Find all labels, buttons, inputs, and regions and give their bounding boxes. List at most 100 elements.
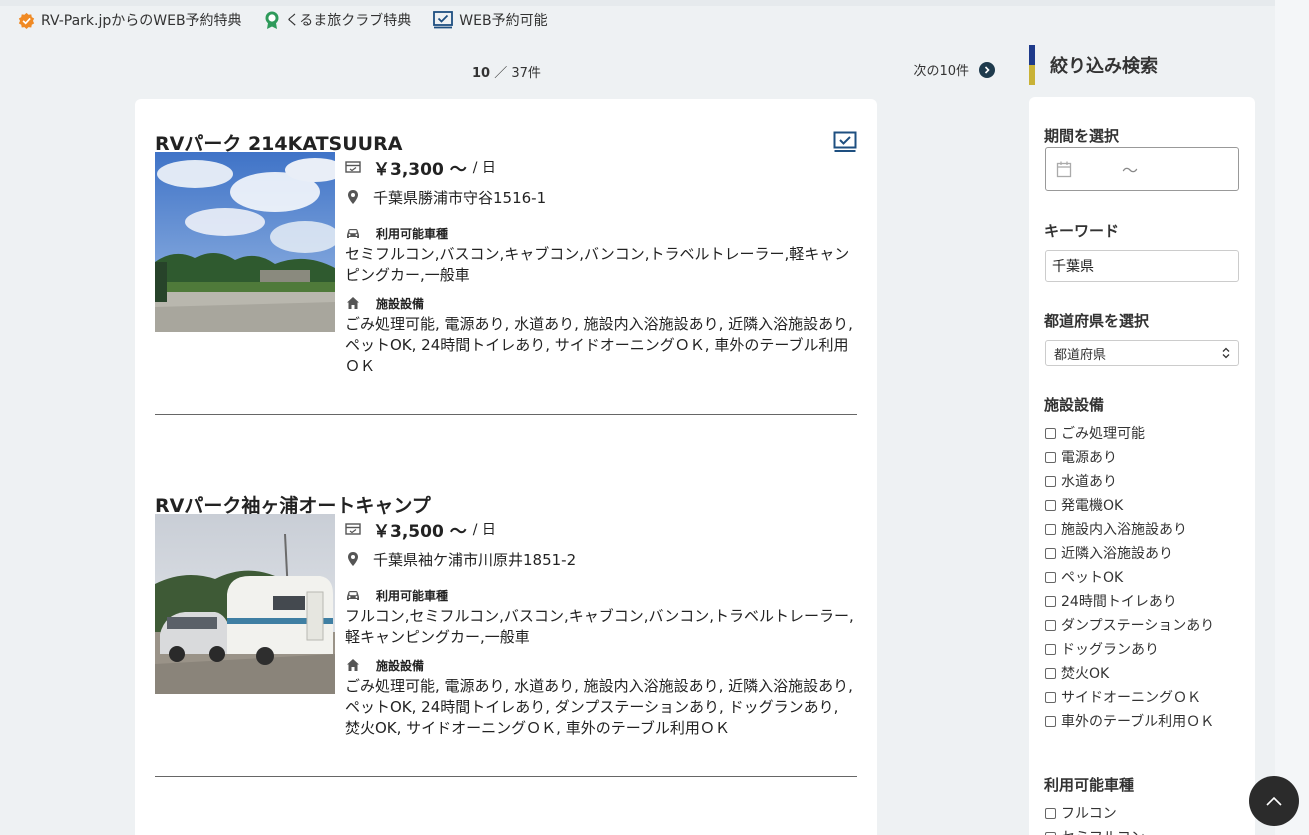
facility-checkbox[interactable]: ごみ処理可能 <box>1045 421 1214 445</box>
green-award-icon <box>265 11 279 29</box>
vehicle-checkbox[interactable]: セミフルコン <box>1045 825 1145 835</box>
facilities-heading-row: 施設設備 <box>345 654 857 676</box>
vehicles-heading: 利用可能車種 <box>376 226 449 241</box>
price-unit: / 日 <box>472 522 496 538</box>
facility-checkbox[interactable]: 焚火OK <box>1045 661 1214 685</box>
vehicles-heading: 利用可能車種 <box>376 588 449 603</box>
count-separator: ／ <box>494 66 508 81</box>
facility-checkbox[interactable]: サイドオーニングＯＫ <box>1045 685 1214 709</box>
back-to-top-button[interactable] <box>1249 776 1299 826</box>
vehicles-text: セミフルコン,バスコン,キャブコン,バンコン,トラベルトレーラー,軽キャンピング… <box>345 245 850 284</box>
listing-info: ￥3,300 〜 / 日 千葉県勝浦市守谷1516-1 利用可能車種 セミフルコ… <box>345 152 857 377</box>
prefecture-select[interactable]: 都道府県 <box>1045 340 1239 366</box>
pagination: 10 ／ 37件 次の10件 <box>135 60 995 82</box>
facility-checkbox[interactable]: 発電機OK <box>1045 493 1214 517</box>
date-range-separator: 〜 <box>1122 161 1139 180</box>
legend: RV-Park.jpからのWEB予約特典 くるま旅クラブ特典 WEB予約可能 <box>18 10 570 30</box>
filter-heading: 絞り込み検索 <box>1029 45 1158 85</box>
facilities-filter-list: ごみ処理可能 電源あり 水道あり 発電機OK 施設内入浴施設あり 近隣入浴施設あ… <box>1045 421 1214 733</box>
vehicles-filter-label: 利用可能車種 <box>1044 776 1135 794</box>
page-right-band <box>1275 0 1309 835</box>
facility-checkbox[interactable]: 近隣入浴施設あり <box>1045 541 1214 565</box>
web-reservation-icon <box>433 11 454 29</box>
home-icon <box>347 659 359 671</box>
checkbox[interactable] <box>1045 427 1056 439</box>
car-icon <box>347 229 359 238</box>
web-reservation-icon <box>833 131 857 152</box>
prefecture-select-value: 都道府県 <box>1054 347 1107 363</box>
listing-price: ￥3,500 〜 <box>373 521 467 542</box>
checkbox[interactable] <box>1045 715 1056 727</box>
checkbox[interactable] <box>1045 619 1056 631</box>
vehicles-text: フルコン,セミフルコン,バスコン,キャブコン,バンコン,トラベルトレーラー,軽キ… <box>345 607 854 646</box>
calendar-icon <box>1056 161 1072 177</box>
checkbox[interactable] <box>1045 807 1056 819</box>
facilities-filter-label: 施設設備 <box>1044 396 1105 414</box>
vehicles-filter-list: フルコン セミフルコン <box>1045 801 1145 835</box>
period-label: 期間を選択 <box>1044 127 1120 145</box>
checkbox[interactable] <box>1045 831 1056 835</box>
checkbox[interactable] <box>1045 523 1056 535</box>
result-count: 10 ／ 37件 <box>472 62 541 81</box>
checkbox[interactable] <box>1045 595 1056 607</box>
facilities-heading: 施設設備 <box>376 658 425 673</box>
checkbox[interactable] <box>1045 475 1056 487</box>
checkbox[interactable] <box>1045 571 1056 583</box>
current-count: 10 <box>472 66 491 81</box>
facility-checkbox[interactable]: 施設内入浴施設あり <box>1045 517 1214 541</box>
address-row: 千葉県勝浦市守谷1516-1 <box>345 182 857 212</box>
prefecture-label: 都道府県を選択 <box>1044 312 1150 330</box>
keyword-input[interactable] <box>1045 250 1239 282</box>
facilities-heading-row: 施設設備 <box>345 292 857 314</box>
car-icon <box>347 591 359 600</box>
facility-checkbox[interactable]: 水道あり <box>1045 469 1214 493</box>
vehicle-checkbox[interactable]: フルコン <box>1045 801 1145 825</box>
facility-checkbox[interactable]: ペットOK <box>1045 565 1214 589</box>
facility-checkbox[interactable]: 電源あり <box>1045 445 1214 469</box>
checkbox[interactable] <box>1045 451 1056 463</box>
facility-checkbox[interactable]: ダンプステーションあり <box>1045 613 1214 637</box>
orange-badge-check-icon <box>18 12 35 29</box>
price-row: ￥3,300 〜 / 日 <box>345 152 857 182</box>
legend-item-web: WEB予約可能 <box>433 10 548 30</box>
facility-checkbox[interactable]: 車外のテーブル利用ＯＫ <box>1045 709 1214 733</box>
checkbox[interactable] <box>1045 499 1056 511</box>
map-pin-icon <box>348 190 358 204</box>
filter-panel: 期間を選択 〜 キーワード 都道府県を選択 都道府県 施設設備 ごみ処理可能 電… <box>1029 97 1255 835</box>
legend-item-webperk: RV-Park.jpからのWEB予約特典 <box>18 10 242 30</box>
checkbox[interactable] <box>1045 691 1056 703</box>
address-row: 千葉県袖ケ浦市川原井1851-2 <box>345 544 857 574</box>
facilities-text: ごみ処理可能, 電源あり, 水道あり, 施設内入浴施設あり, 近隣入浴施設あり,… <box>345 677 853 737</box>
next-page-link[interactable]: 次の10件 <box>913 60 995 79</box>
listing-photo[interactable] <box>155 514 335 694</box>
map-pin-icon <box>348 552 358 566</box>
checkbox[interactable] <box>1045 643 1056 655</box>
listing-price: ￥3,300 〜 <box>373 159 467 180</box>
checkbox[interactable] <box>1045 667 1056 679</box>
facility-checkbox[interactable]: ドッグランあり <box>1045 637 1214 661</box>
price-tag-icon <box>345 161 361 173</box>
chevron-right-icon <box>979 61 995 78</box>
total-count: 37件 <box>511 66 541 81</box>
listing-address: 千葉県袖ケ浦市川原井1851-2 <box>373 550 577 569</box>
facilities-text: ごみ処理可能, 電源あり, 水道あり, 施設内入浴施設あり, 近隣入浴施設あり,… <box>345 315 853 375</box>
price-row: ￥3,500 〜 / 日 <box>345 514 857 544</box>
listing-divider <box>155 414 857 415</box>
listing-photo[interactable] <box>155 152 335 332</box>
heading-accent-bar <box>1029 45 1035 85</box>
listing-divider <box>155 776 857 777</box>
keyword-label: キーワード <box>1044 222 1120 240</box>
facilities-heading: 施設設備 <box>376 296 425 311</box>
listing-address: 千葉県勝浦市守谷1516-1 <box>373 188 547 207</box>
vehicles-heading-row: 利用可能車種 <box>345 584 857 606</box>
next-page-label: 次の10件 <box>913 64 969 79</box>
price-tag-icon <box>345 523 361 535</box>
chevron-up-icon <box>1266 796 1282 806</box>
filter-title: 絞り込み検索 <box>1050 56 1158 77</box>
vehicles-heading-row: 利用可能車種 <box>345 222 857 244</box>
select-arrows-icon <box>1222 347 1230 359</box>
listing-info: ￥3,500 〜 / 日 千葉県袖ケ浦市川原井1851-2 利用可能車種 フルコ… <box>345 514 857 739</box>
checkbox[interactable] <box>1045 547 1056 559</box>
date-range-input[interactable]: 〜 <box>1045 147 1239 191</box>
facility-checkbox[interactable]: 24時間トイレあり <box>1045 589 1214 613</box>
